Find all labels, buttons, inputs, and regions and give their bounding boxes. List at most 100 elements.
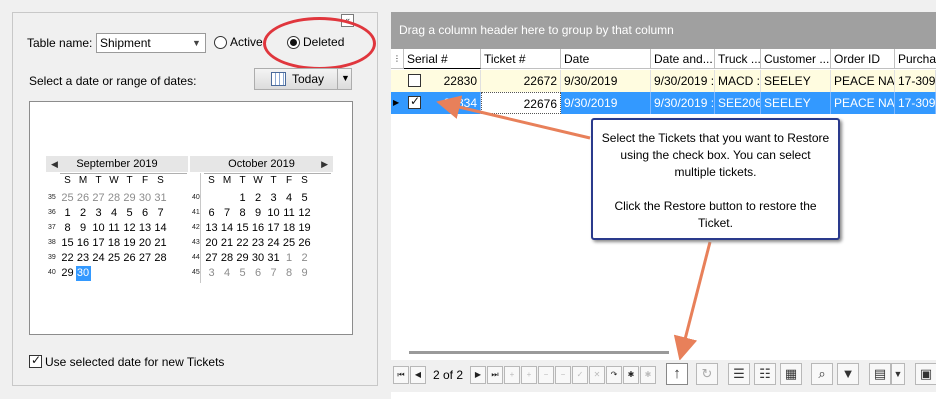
- calendar-day[interactable]: 4: [220, 266, 235, 281]
- calendar-day[interactable]: 29: [60, 266, 75, 281]
- calendar-day[interactable]: 19: [297, 221, 312, 236]
- calendar-day[interactable]: 28: [220, 251, 235, 266]
- column-ticket[interactable]: Ticket #: [481, 49, 561, 69]
- column-order-id[interactable]: Order ID: [831, 49, 895, 69]
- next-page-icon[interactable]: ▶: [470, 366, 486, 384]
- next-month-icon[interactable]: ▶: [321, 156, 328, 172]
- calendar-day[interactable]: 28: [153, 251, 168, 266]
- calendar-day[interactable]: 12: [122, 221, 137, 236]
- calendar-day[interactable]: 31: [266, 251, 281, 266]
- column-customer[interactable]: Customer ...: [761, 49, 831, 69]
- calendar-day[interactable]: 5: [122, 206, 137, 221]
- calendar-day[interactable]: 9: [297, 266, 312, 281]
- calendar-day[interactable]: 19: [122, 236, 137, 251]
- calendar-day[interactable]: 20: [204, 236, 219, 251]
- calendar-day[interactable]: 9: [251, 206, 266, 221]
- calendar-day[interactable]: 7: [220, 206, 235, 221]
- calendar-day[interactable]: 4: [282, 191, 297, 206]
- calendar-day[interactable]: 26: [76, 191, 91, 206]
- column-purchase[interactable]: Purcha: [895, 49, 936, 69]
- calendar-day[interactable]: 8: [60, 221, 75, 236]
- details-view-icon[interactable]: ☷: [754, 363, 776, 385]
- calendar-day[interactable]: 2: [251, 191, 266, 206]
- remove-icon[interactable]: −: [555, 366, 571, 384]
- calendar-day[interactable]: 4: [107, 206, 122, 221]
- calendar-day[interactable]: 23: [251, 236, 266, 251]
- calendar-day[interactable]: 30: [138, 191, 153, 206]
- filter-icon[interactable]: ▼: [837, 363, 859, 385]
- calendar-day[interactable]: 27: [138, 251, 153, 266]
- list-view-icon[interactable]: ☰: [728, 363, 750, 385]
- column-serial[interactable]: Serial #: [404, 49, 481, 69]
- check-icon[interactable]: ✓: [572, 366, 588, 384]
- grid-settings-icon[interactable]: ▦: [780, 363, 802, 385]
- row-checkbox[interactable]: [408, 94, 421, 109]
- calendar-day[interactable]: 3: [91, 206, 106, 221]
- table-row[interactable]: ▶ 22834 22676 9/30/2019 9/30/2019 : SEE2…: [391, 92, 936, 114]
- calendar-day[interactable]: 6: [138, 206, 153, 221]
- group-by-bar[interactable]: Drag a column header here to group by th…: [391, 12, 936, 49]
- calendar-day[interactable]: 23: [76, 251, 91, 266]
- calendar-day[interactable]: 9: [76, 221, 91, 236]
- calendar-day[interactable]: 5: [235, 266, 250, 281]
- calendar-day[interactable]: 27: [91, 191, 106, 206]
- calendar-day[interactable]: 3: [204, 266, 219, 281]
- last-record-icon[interactable]: ⏭: [487, 366, 503, 384]
- remove-icon[interactable]: −: [538, 366, 554, 384]
- calendar-day[interactable]: 10: [91, 221, 106, 236]
- calendar-day[interactable]: 30: [251, 251, 266, 266]
- use-date-checkbox[interactable]: [29, 353, 42, 368]
- export-icon[interactable]: ▣: [915, 363, 936, 385]
- horizontal-scrollbar[interactable]: [409, 351, 669, 354]
- active-radio[interactable]: [214, 36, 227, 49]
- calendar-day[interactable]: 8: [282, 266, 297, 281]
- calendar-day[interactable]: 16: [76, 236, 91, 251]
- close-icon[interactable]: ✕: [589, 366, 605, 384]
- calendar-day[interactable]: 26: [297, 236, 312, 251]
- search-icon[interactable]: ⌕: [811, 363, 833, 385]
- calendar-day[interactable]: 21: [220, 236, 235, 251]
- calendar-day[interactable]: 16: [251, 221, 266, 236]
- first-record-icon[interactable]: ⏮: [393, 366, 409, 384]
- calendar-day[interactable]: 29: [122, 191, 137, 206]
- calendar-day[interactable]: 29: [235, 251, 250, 266]
- column-date[interactable]: Date: [561, 49, 651, 69]
- calendar-day[interactable]: 18: [107, 236, 122, 251]
- chevron-down-icon[interactable]: ▼: [891, 363, 905, 385]
- calendar-day[interactable]: 2: [297, 251, 312, 266]
- calendar-day[interactable]: 12: [297, 206, 312, 221]
- calendar-day[interactable]: 27: [204, 251, 219, 266]
- calendar-day[interactable]: 22: [60, 251, 75, 266]
- calendar-day[interactable]: 14: [220, 221, 235, 236]
- calendar-day[interactable]: 2: [76, 206, 91, 221]
- add-icon[interactable]: +: [521, 366, 537, 384]
- restore-button[interactable]: ↑: [666, 363, 688, 385]
- calendar-day[interactable]: 18: [282, 221, 297, 236]
- calendar-day[interactable]: 1: [235, 191, 250, 206]
- calendar-day[interactable]: 11: [282, 206, 297, 221]
- calendar-day[interactable]: 25: [60, 191, 75, 206]
- calendar-day[interactable]: 13: [204, 221, 219, 236]
- calendar-day[interactable]: 7: [153, 206, 168, 221]
- calendar-day[interactable]: 5: [297, 191, 312, 206]
- calendar-day[interactable]: 14: [153, 221, 168, 236]
- add-icon[interactable]: +: [504, 366, 520, 384]
- calendar-day[interactable]: 30: [75, 266, 91, 281]
- calendar-day[interactable]: 1: [282, 251, 297, 266]
- calendar-day[interactable]: 15: [235, 221, 250, 236]
- refresh-icon[interactable]: ↻: [696, 363, 718, 385]
- column-truck[interactable]: Truck ...: [715, 49, 761, 69]
- calendar-day[interactable]: 21: [153, 236, 168, 251]
- asterisk-icon[interactable]: ✱: [623, 366, 639, 384]
- calendar-day[interactable]: 28: [107, 191, 122, 206]
- calendar-day[interactable]: 31: [153, 191, 168, 206]
- chevron-down-icon[interactable]: ▼: [341, 73, 350, 83]
- calendar-day[interactable]: 25: [282, 236, 297, 251]
- columns-icon[interactable]: ⋮: [391, 49, 404, 69]
- print-icon[interactable]: ▤: [869, 363, 891, 385]
- calendar-day[interactable]: 17: [91, 236, 106, 251]
- calendar-day[interactable]: 13: [138, 221, 153, 236]
- calendar-day[interactable]: 24: [91, 251, 106, 266]
- calendar-day[interactable]: 7: [266, 266, 281, 281]
- calendar-day[interactable]: 1: [60, 206, 75, 221]
